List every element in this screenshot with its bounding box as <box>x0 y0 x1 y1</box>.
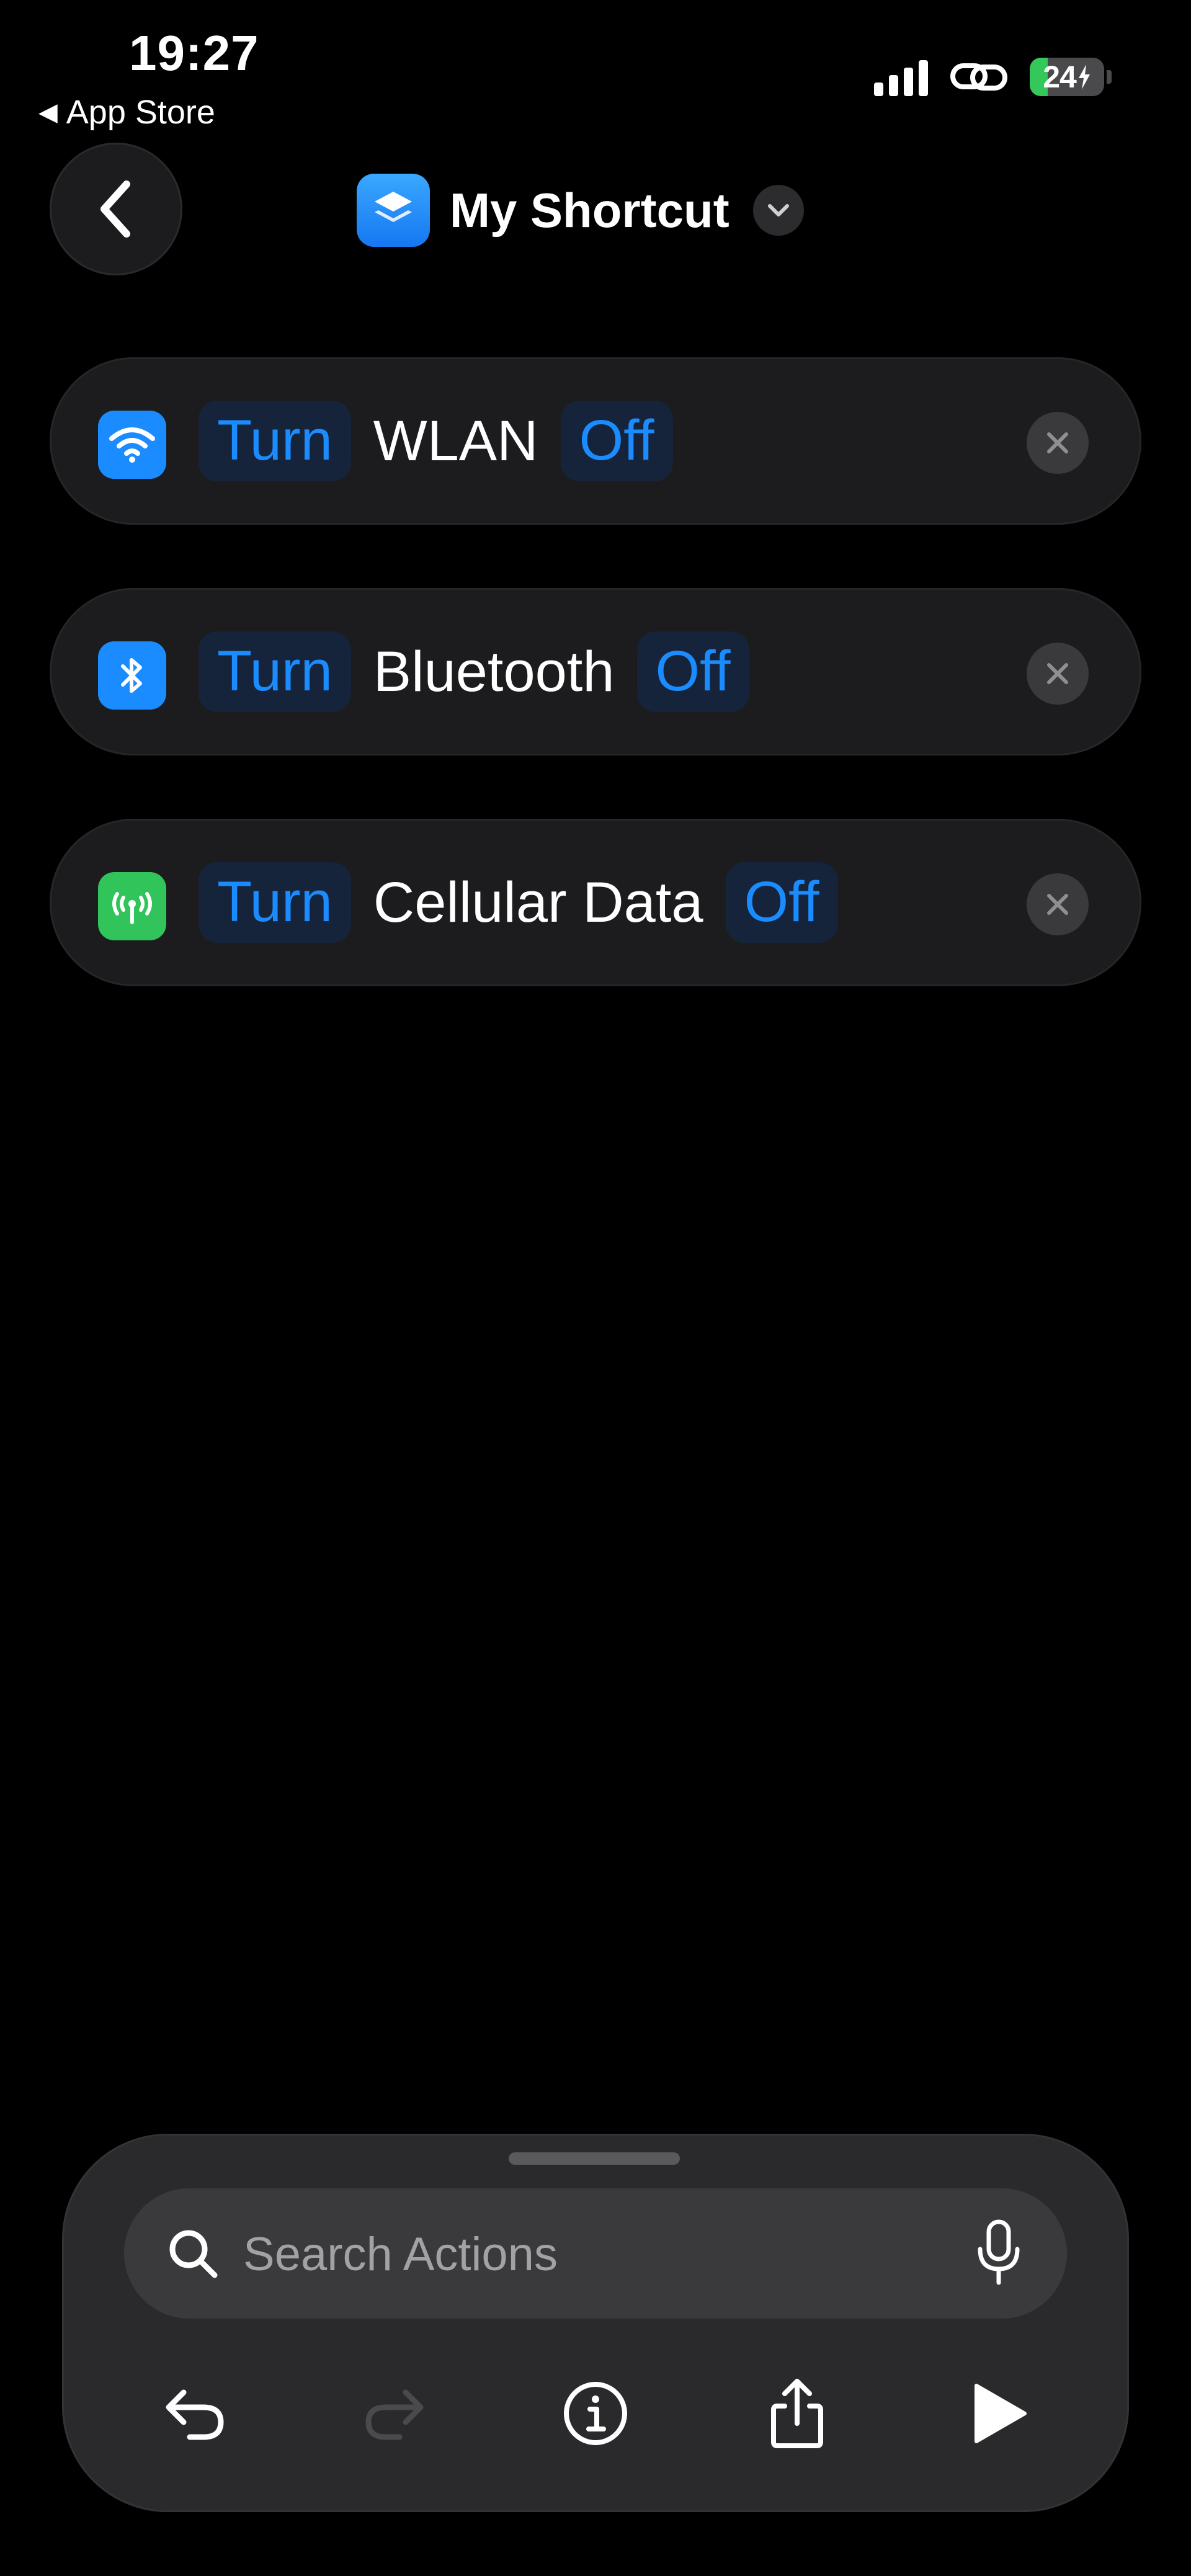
shortcut-title-menu[interactable]: My Shortcut <box>357 174 804 247</box>
close-icon <box>1047 894 1068 915</box>
undo-icon <box>166 2389 224 2440</box>
close-icon <box>1047 432 1068 453</box>
microphone-icon[interactable] <box>974 2217 1024 2290</box>
back-button[interactable] <box>50 143 182 275</box>
info-button[interactable] <box>555 2373 636 2454</box>
cellular-signal-icon <box>874 58 928 96</box>
cellular-antenna-icon <box>98 872 166 940</box>
turn-token[interactable]: Turn <box>198 401 351 481</box>
status-time: 19:27 <box>129 25 259 81</box>
back-app-label: App Store <box>66 94 215 131</box>
action-search-panel <box>62 2134 1129 2512</box>
bluetooth-icon <box>98 641 166 710</box>
redo-button[interactable] <box>354 2373 434 2454</box>
status-indicators: 24 <box>874 57 1112 97</box>
redo-icon <box>365 2389 424 2440</box>
close-icon <box>1047 663 1068 684</box>
battery-level: 24 <box>1043 60 1077 94</box>
share-icon <box>771 2379 823 2448</box>
action-row-bluetooth[interactable]: Turn Bluetooth Off <box>50 588 1141 755</box>
back-to-app-link[interactable]: ◀ App Store <box>38 93 215 131</box>
page-title: My Shortcut <box>450 182 729 238</box>
info-icon <box>564 2382 627 2445</box>
action-label: Bluetooth <box>373 640 615 703</box>
state-token[interactable]: Off <box>560 401 673 481</box>
turn-token[interactable]: Turn <box>198 631 351 712</box>
remove-action-button[interactable] <box>1027 873 1089 935</box>
editor-toolbar <box>62 2348 1129 2472</box>
state-token[interactable]: Off <box>636 631 749 712</box>
charging-bolt-icon <box>1078 65 1090 89</box>
run-shortcut-button[interactable] <box>958 2373 1039 2454</box>
back-triangle-icon: ◀ <box>38 99 58 126</box>
search-input[interactable] <box>242 2188 927 2320</box>
link-icon <box>950 63 1007 91</box>
play-icon <box>975 2384 1027 2443</box>
battery-indicator: 24 <box>1030 58 1112 96</box>
action-row-wlan[interactable]: Turn WLAN Off <box>50 357 1141 525</box>
remove-action-button[interactable] <box>1027 643 1089 705</box>
search-bar[interactable] <box>124 2188 1067 2320</box>
action-row-cellular-data[interactable]: Turn Cellular Data Off <box>50 819 1141 986</box>
undo-button[interactable] <box>155 2373 236 2454</box>
wifi-icon <box>98 411 166 479</box>
remove-action-button[interactable] <box>1027 412 1089 474</box>
chevron-left-icon <box>100 180 130 238</box>
search-icon <box>169 2230 218 2278</box>
sheet-grabber-handle[interactable] <box>509 2152 680 2165</box>
action-label: Cellular Data <box>373 870 703 934</box>
turn-token[interactable]: Turn <box>198 862 351 943</box>
chevron-down-icon[interactable] <box>752 185 804 236</box>
state-token[interactable]: Off <box>725 862 838 943</box>
action-label: WLAN <box>373 409 538 473</box>
share-button[interactable] <box>757 2373 837 2454</box>
shortcuts-stack-icon <box>357 174 430 247</box>
